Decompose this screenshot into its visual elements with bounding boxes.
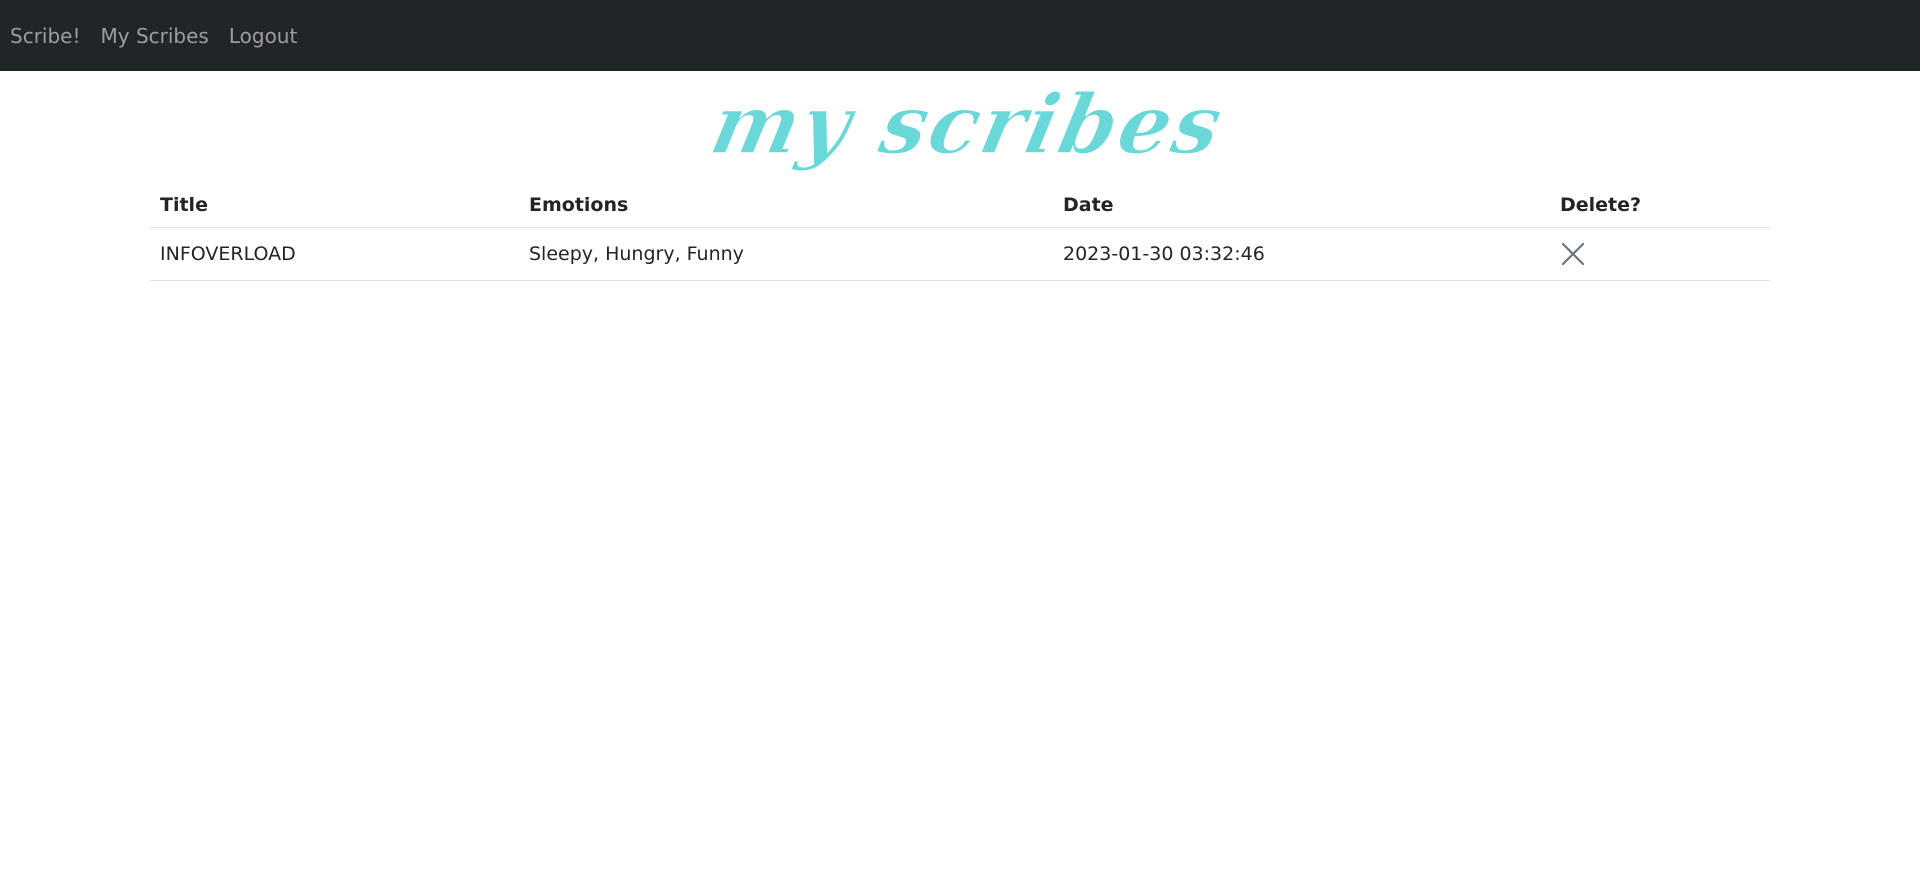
scribes-table-container: Title Emotions Date Delete? INFOVERLOAD … <box>150 184 1770 281</box>
header-delete: Delete? <box>1550 184 1770 228</box>
top-navbar: Scribe! My Scribes Logout <box>0 0 1920 71</box>
close-icon[interactable] <box>1560 241 1586 267</box>
page-title-text: my scribes <box>702 85 1220 174</box>
nav-scribe-link[interactable]: Scribe! <box>10 24 81 48</box>
cell-date: 2023-01-30 03:32:46 <box>1053 227 1550 281</box>
table-row: INFOVERLOAD Sleepy, Hungry, Funny 2023-0… <box>150 227 1770 281</box>
scribes-table: Title Emotions Date Delete? INFOVERLOAD … <box>150 184 1770 281</box>
page-title-label: my scribes <box>703 85 1220 173</box>
nav-my-scribes-link[interactable]: My Scribes <box>101 24 209 48</box>
page-title: my scribes <box>0 85 1920 185</box>
header-title: Title <box>150 184 519 228</box>
cell-delete <box>1550 227 1770 281</box>
cell-emotions: Sleepy, Hungry, Funny <box>519 227 1053 281</box>
table-header-row: Title Emotions Date Delete? <box>150 184 1770 228</box>
cell-title[interactable]: INFOVERLOAD <box>150 227 519 281</box>
header-date: Date <box>1053 184 1550 228</box>
header-emotions: Emotions <box>519 184 1053 228</box>
nav-logout-link[interactable]: Logout <box>229 24 297 48</box>
